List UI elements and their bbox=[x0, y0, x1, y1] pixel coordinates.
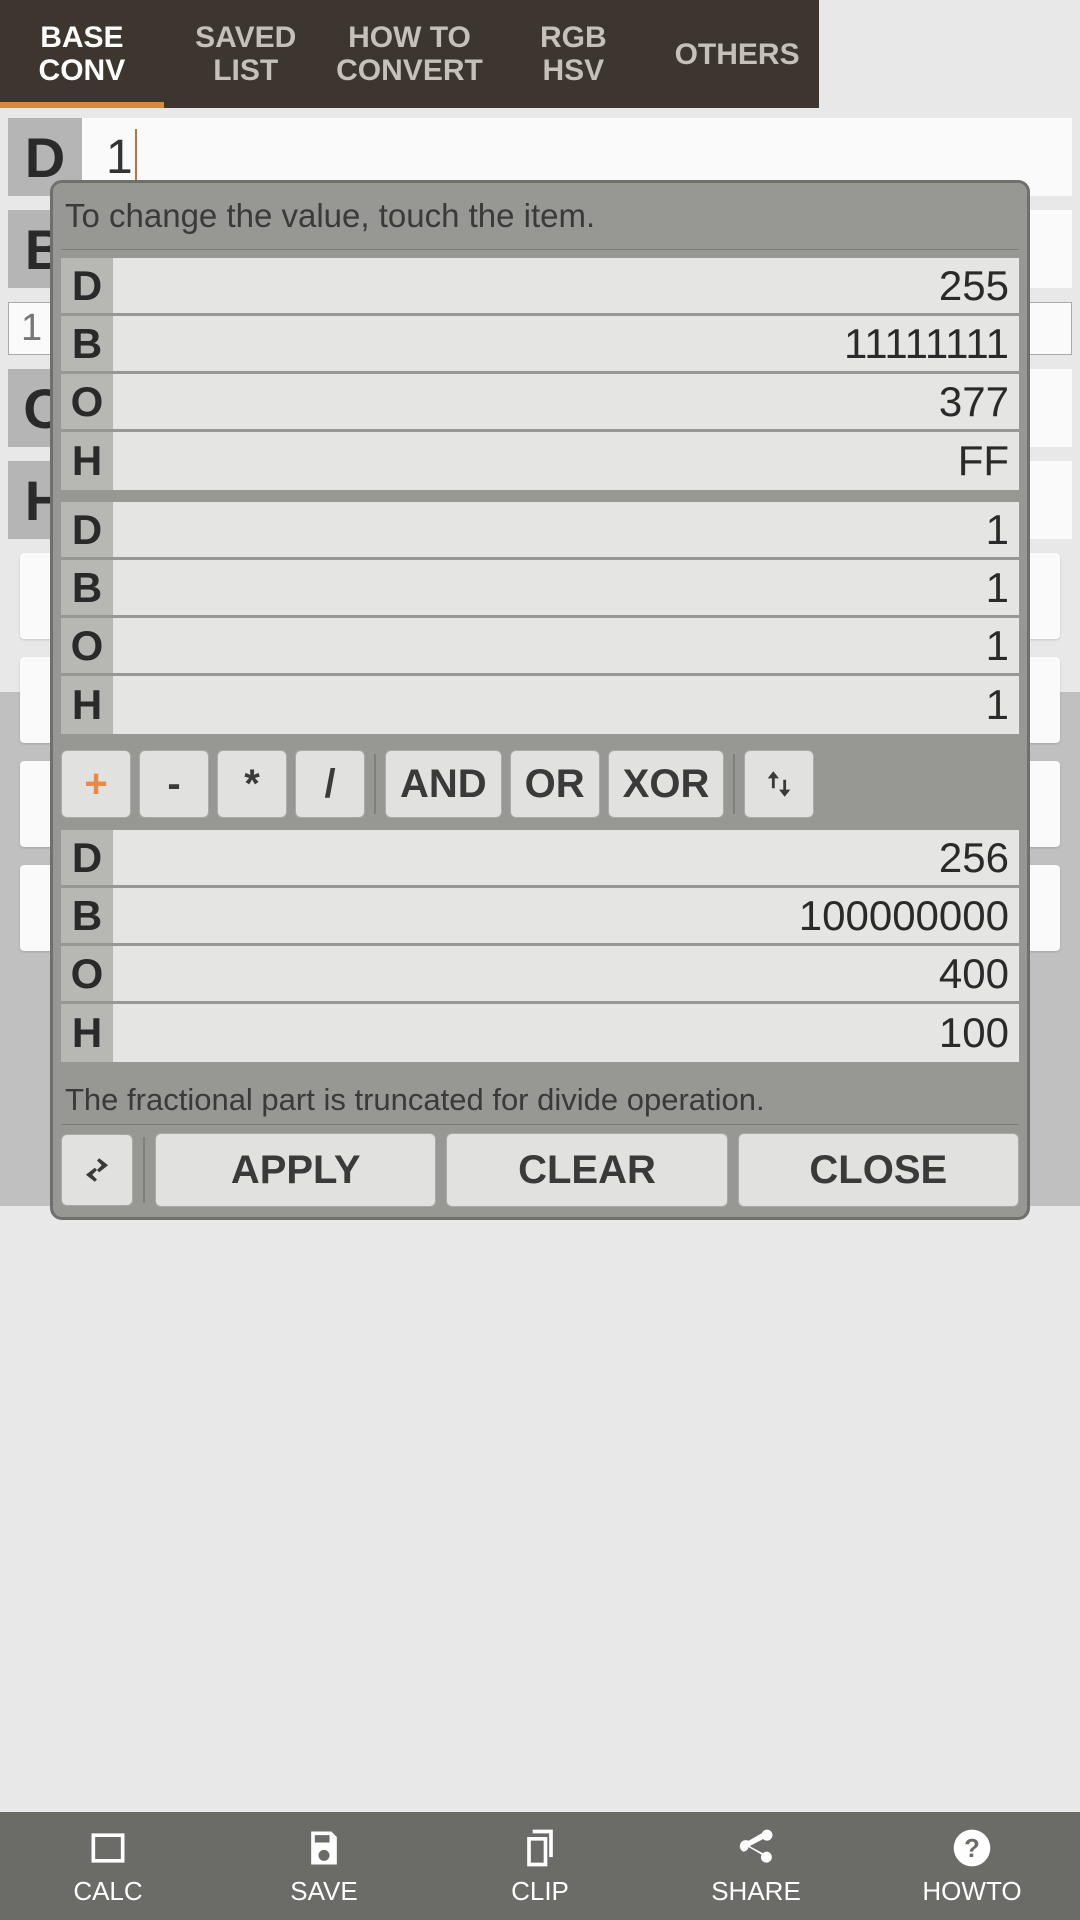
row-b-d[interactable]: D 1 bbox=[61, 502, 1019, 560]
row-a-o[interactable]: O 377 bbox=[61, 374, 1019, 432]
value: 1 bbox=[113, 560, 1019, 615]
row-a-d[interactable]: D 255 bbox=[61, 258, 1019, 316]
tab-base-conv[interactable]: BASE CONV bbox=[0, 0, 164, 108]
swap-horizontal-icon bbox=[78, 1151, 116, 1189]
swap-operands-button[interactable] bbox=[744, 750, 814, 818]
row-b-b[interactable]: B 1 bbox=[61, 560, 1019, 618]
value: 1 bbox=[113, 676, 1019, 734]
text-cursor bbox=[135, 129, 137, 185]
nav-clip[interactable]: CLIP bbox=[432, 1812, 648, 1920]
dialog-hint: To change the value, touch the item. bbox=[61, 195, 1019, 245]
label: B bbox=[61, 888, 113, 943]
operator-row: + - * / AND OR XOR bbox=[61, 746, 1019, 822]
operand-b-group: D 1 B 1 O 1 H 1 bbox=[61, 502, 1019, 734]
row-a-b[interactable]: B 11111111 bbox=[61, 316, 1019, 374]
nav-label: SHARE bbox=[711, 1876, 801, 1907]
label: H bbox=[61, 432, 113, 490]
row-b-h[interactable]: H 1 bbox=[61, 676, 1019, 734]
close-button[interactable]: CLOSE bbox=[738, 1133, 1019, 1207]
op-and-button[interactable]: AND bbox=[385, 750, 502, 818]
calc-dialog: To change the value, touch the item. D 2… bbox=[50, 180, 1030, 1220]
tab-how-to-convert[interactable]: HOW TO CONVERT bbox=[328, 0, 492, 108]
nav-label: SAVE bbox=[290, 1876, 357, 1907]
swap-horizontal-button[interactable] bbox=[61, 1134, 133, 1206]
tab-others[interactable]: OTHERS bbox=[655, 0, 819, 108]
op-multiply-button[interactable]: * bbox=[217, 750, 287, 818]
label: O bbox=[61, 946, 113, 1001]
value: 377 bbox=[113, 374, 1019, 429]
row-b-o[interactable]: O 1 bbox=[61, 618, 1019, 676]
divider bbox=[374, 754, 376, 814]
label: B bbox=[61, 316, 113, 371]
nav-label: CALC bbox=[73, 1876, 142, 1907]
dialog-bottom-buttons: APPLY CLEAR CLOSE bbox=[61, 1133, 1019, 1207]
nav-share[interactable]: SHARE bbox=[648, 1812, 864, 1920]
value: 400 bbox=[113, 946, 1019, 1001]
dialog-footnote: The fractional part is truncated for div… bbox=[61, 1074, 1019, 1120]
row-a-h[interactable]: H FF bbox=[61, 432, 1019, 490]
share-icon bbox=[734, 1826, 778, 1870]
swap-vertical-icon bbox=[762, 762, 796, 806]
clip-icon bbox=[518, 1826, 562, 1870]
clear-button[interactable]: CLEAR bbox=[446, 1133, 727, 1207]
value: FF bbox=[113, 432, 1019, 490]
operand-a-group: D 255 B 11111111 O 377 H FF bbox=[61, 258, 1019, 490]
tab-saved-list[interactable]: SAVED LIST bbox=[164, 0, 328, 108]
row-r-b[interactable]: B 100000000 bbox=[61, 888, 1019, 946]
op-plus-button[interactable]: + bbox=[61, 750, 131, 818]
divider bbox=[61, 1124, 1019, 1125]
divider bbox=[733, 754, 735, 814]
row-r-o[interactable]: O 400 bbox=[61, 946, 1019, 1004]
value: 100000000 bbox=[113, 888, 1019, 943]
label: B bbox=[61, 560, 113, 615]
save-icon bbox=[302, 1826, 346, 1870]
value: 100 bbox=[113, 1004, 1019, 1062]
nav-label: HOWTO bbox=[922, 1876, 1021, 1907]
apply-button[interactable]: APPLY bbox=[155, 1133, 436, 1207]
value: 1 bbox=[113, 618, 1019, 673]
label: H bbox=[61, 1004, 113, 1062]
nav-howto[interactable]: ? HOWTO bbox=[864, 1812, 1080, 1920]
nav-save[interactable]: SAVE bbox=[216, 1812, 432, 1920]
op-minus-button[interactable]: - bbox=[139, 750, 209, 818]
op-xor-button[interactable]: XOR bbox=[608, 750, 725, 818]
divider bbox=[143, 1137, 145, 1203]
calc-icon bbox=[86, 1826, 130, 1870]
value: 255 bbox=[113, 258, 1019, 313]
tab-rgb-hsv[interactable]: RGB HSV bbox=[491, 0, 655, 108]
row-r-d[interactable]: D 256 bbox=[61, 830, 1019, 888]
value: 11111111 bbox=[113, 316, 1019, 371]
help-icon: ? bbox=[950, 1826, 994, 1870]
label: O bbox=[61, 618, 113, 673]
value: 1 bbox=[113, 502, 1019, 557]
result-group: D 256 B 100000000 O 400 H 100 bbox=[61, 830, 1019, 1062]
decimal-input-value: 1 bbox=[106, 130, 133, 185]
divider bbox=[61, 249, 1019, 250]
op-or-button[interactable]: OR bbox=[510, 750, 600, 818]
nav-calc[interactable]: CALC bbox=[0, 1812, 216, 1920]
op-divide-button[interactable]: / bbox=[295, 750, 365, 818]
label: O bbox=[61, 374, 113, 429]
label: D bbox=[61, 502, 113, 557]
label: D bbox=[61, 258, 113, 313]
value: 256 bbox=[113, 830, 1019, 885]
svg-text:?: ? bbox=[964, 1835, 980, 1863]
label: D bbox=[61, 830, 113, 885]
nav-label: CLIP bbox=[511, 1876, 569, 1907]
bottom-nav: CALC SAVE CLIP SHARE ? HOWTO bbox=[0, 1812, 1080, 1920]
top-tabs: BASE CONV SAVED LIST HOW TO CONVERT RGB … bbox=[0, 0, 819, 108]
label: H bbox=[61, 676, 113, 734]
row-r-h[interactable]: H 100 bbox=[61, 1004, 1019, 1062]
